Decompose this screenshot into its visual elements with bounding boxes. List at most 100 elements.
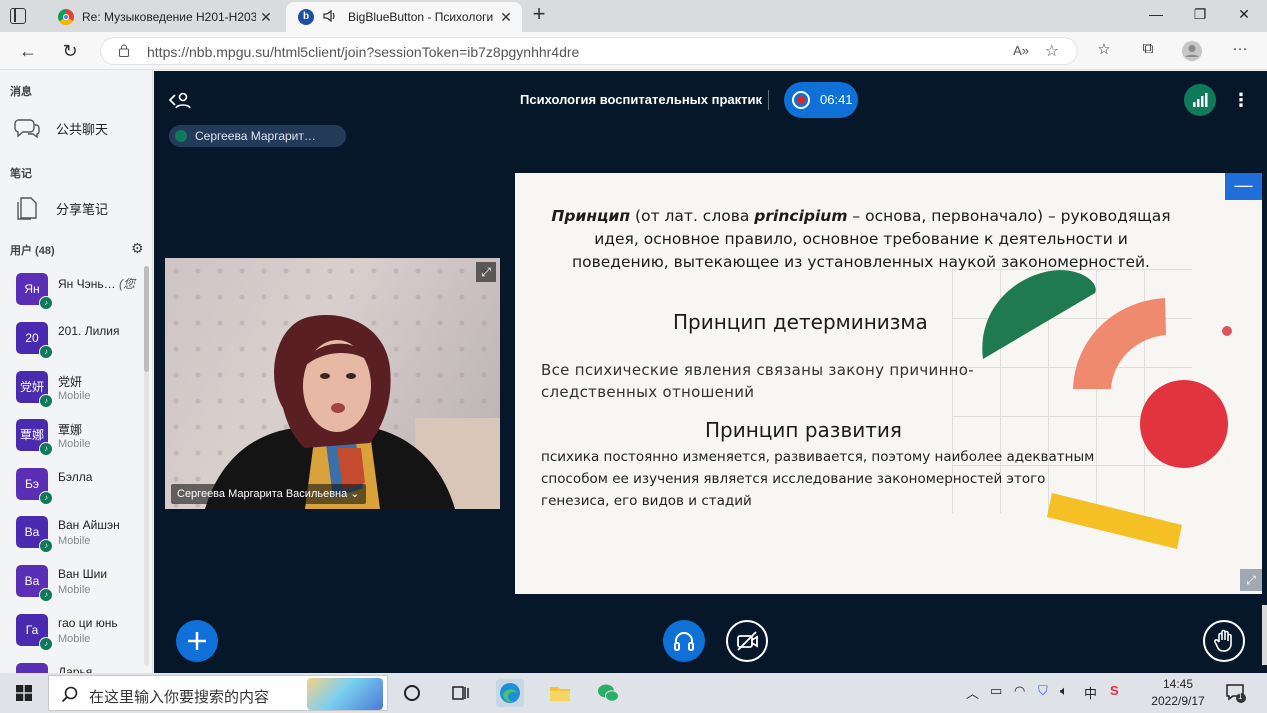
options-menu-icon[interactable]: ⋮ xyxy=(1232,89,1250,111)
tab-close-icon[interactable]: ✕ xyxy=(496,9,516,26)
tab-actions-icon[interactable] xyxy=(10,8,26,24)
refresh-icon[interactable]: ↻ xyxy=(58,39,82,63)
scrollbar-thumb[interactable] xyxy=(144,266,149,372)
record-icon xyxy=(792,91,810,109)
connection-status-button[interactable] xyxy=(1184,84,1216,116)
address-bar[interactable]: https://nbb.mpgu.su/html5client/join?ses… xyxy=(100,37,1078,65)
security-shield-icon[interactable]: ⛉ xyxy=(1038,683,1048,699)
actions-plus-button[interactable] xyxy=(176,620,218,662)
talking-indicator: Сергеева Маргарит… xyxy=(169,125,346,147)
definition-latin: principium xyxy=(754,207,848,225)
audio-button[interactable] xyxy=(663,620,705,662)
user-list-item[interactable]: Бэ ♪ Бэлла xyxy=(16,466,144,510)
battery-icon[interactable]: ▭ xyxy=(990,683,1002,699)
expand-icon[interactable]: ⤢ xyxy=(476,262,496,282)
notification-count: 1 xyxy=(1238,692,1243,701)
minimize-icon[interactable]: — xyxy=(1136,6,1176,26)
tab-close-icon[interactable]: ✕ xyxy=(256,9,276,26)
meeting-area: Психология воспитательных практик 06:41 … xyxy=(154,71,1267,673)
development-text: психика постоянно изменяется, развиваетс… xyxy=(541,449,1095,509)
talker-name: Сергеева Маргарит… xyxy=(195,129,316,143)
avatar: Ва ♪ xyxy=(16,565,53,602)
notification-center-icon[interactable]: 1 xyxy=(1224,681,1246,703)
settings-more-icon[interactable]: ··· xyxy=(1228,40,1252,62)
video-off-icon xyxy=(737,631,758,651)
gear-icon[interactable]: ⚙ xyxy=(131,241,145,255)
search-highlight-image xyxy=(307,678,383,710)
webcam-video[interactable]: ⤢ Сергеева Маргарита Васильевна ⌄ xyxy=(165,258,500,509)
profile-avatar-icon[interactable] xyxy=(1180,40,1204,62)
windows-taskbar: 在这里输入你要搜索的内容 ︿ ▭ ◠ ⛉ 🔈︎ 中 S 14:45 2022/9… xyxy=(0,673,1267,713)
user-list-item[interactable]: Ян ♪ Ян Чэнь… (您 xyxy=(16,271,144,315)
user-name: гао ци юнь xyxy=(58,616,118,630)
user-list-item[interactable]: Дарья xyxy=(16,661,144,673)
shared-notes-item[interactable]: 分享笔记 xyxy=(14,193,108,223)
presentation-slide[interactable]: Принцип (от лат. слова principium – осно… xyxy=(515,173,1262,594)
avatar: Ян ♪ xyxy=(16,273,53,310)
tab-music-forum[interactable]: Re: Музыковедение Н201-Н203 ✕ xyxy=(46,2,282,32)
favorites-icon[interactable]: ☆ xyxy=(1092,40,1116,62)
read-aloud-icon[interactable]: A» xyxy=(1013,43,1029,58)
public-chat-label: 公共聊天 xyxy=(56,121,109,137)
share-webcam-button[interactable] xyxy=(726,620,768,662)
users-header: 用户 (48) xyxy=(10,245,55,257)
taskbar-search-input[interactable]: 在这里输入你要搜索的内容 xyxy=(48,675,388,711)
back-icon[interactable]: ← xyxy=(16,39,40,63)
sogou-input-icon[interactable]: S xyxy=(1110,683,1119,698)
windows-start-icon[interactable] xyxy=(16,685,32,701)
page-scrollbar[interactable] xyxy=(1262,605,1267,665)
raise-hand-button[interactable] xyxy=(1203,620,1245,662)
close-window-icon[interactable]: ✕ xyxy=(1224,6,1264,26)
clock-date: 2022/9/17 xyxy=(1151,694,1205,708)
user-name: Ван Шии xyxy=(58,567,108,581)
task-view-icon[interactable] xyxy=(446,679,474,707)
avatar: Га ♪ xyxy=(16,614,53,651)
new-tab-icon[interactable]: + xyxy=(528,3,550,26)
user-list-item[interactable]: Ва ♪ Ван Шии Mobile xyxy=(16,563,144,607)
lock-icon xyxy=(119,44,129,57)
avatar xyxy=(16,663,48,673)
hand-icon xyxy=(1214,629,1232,652)
taskbar-clock[interactable]: 14:45 2022/9/17 xyxy=(1140,676,1216,710)
user-list-item[interactable]: 20 ♪ 201. Лилия xyxy=(16,320,144,364)
wechat-icon[interactable] xyxy=(594,679,622,707)
cortana-icon[interactable] xyxy=(398,679,426,707)
wifi-icon[interactable]: ◠ xyxy=(1014,683,1025,699)
user-list-item[interactable]: 覃娜 ♪ 覃娜 Mobile xyxy=(16,417,144,461)
messages-header: 消息 xyxy=(10,86,32,98)
audio-status-icon: ♪ xyxy=(39,637,53,651)
add-favorite-icon[interactable]: ☆ xyxy=(1045,41,1059,61)
user-list-item[interactable]: 党妍 ♪ 党妍 Mobile xyxy=(16,369,144,413)
public-chat-item[interactable]: 公共聊天 xyxy=(14,113,108,143)
user-list-scrollbar[interactable] xyxy=(144,266,149,666)
webcam-user-label[interactable]: Сергеева Маргарита Васильевна ⌄ xyxy=(171,484,366,504)
fullscreen-icon[interactable]: ⤢ xyxy=(1240,569,1262,591)
url-text[interactable]: https://nbb.mpgu.su/html5client/join?ses… xyxy=(147,44,579,60)
audio-status-icon: ♪ xyxy=(39,442,53,456)
ime-mode-icon[interactable]: 中 xyxy=(1084,683,1097,702)
browser-tab-strip: Re: Музыковедение Н201-Н203 ✕ b BigBlueB… xyxy=(0,0,1267,32)
headphones-icon xyxy=(674,632,694,651)
volume-icon[interactable]: 🔈︎ xyxy=(1060,683,1068,699)
recording-time: 06:41 xyxy=(820,92,853,107)
bbb-favicon-icon: b xyxy=(298,9,314,25)
collections-icon[interactable]: ⧉ xyxy=(1136,40,1160,62)
restore-icon[interactable]: ❐ xyxy=(1180,6,1220,26)
show-hidden-icons-icon[interactable]: ︿ xyxy=(966,683,979,702)
search-icon xyxy=(61,686,78,703)
audio-status-icon: ♪ xyxy=(39,491,53,505)
notes-header: 笔记 xyxy=(10,168,32,180)
divider xyxy=(768,90,769,110)
hide-panel-icon[interactable] xyxy=(168,89,192,111)
edge-taskbar-icon[interactable] xyxy=(496,679,524,707)
recording-indicator[interactable]: 06:41 xyxy=(784,82,858,118)
file-explorer-icon[interactable] xyxy=(546,679,574,707)
user-list-item[interactable]: Ва ♪ Ван Айшэн Mobile xyxy=(16,514,144,558)
clock-time: 14:45 xyxy=(1162,677,1194,691)
user-list-item[interactable]: Га ♪ гао ци юнь Mobile xyxy=(16,612,144,656)
tab-bigbluebutton[interactable]: b BigBlueButton - Психологи ✕ xyxy=(286,2,522,32)
minimize-presentation-button[interactable]: — xyxy=(1225,173,1262,200)
user-name: Дарья xyxy=(58,665,93,673)
speaker-icon[interactable] xyxy=(322,9,340,26)
audio-status-icon: ♪ xyxy=(39,539,53,553)
